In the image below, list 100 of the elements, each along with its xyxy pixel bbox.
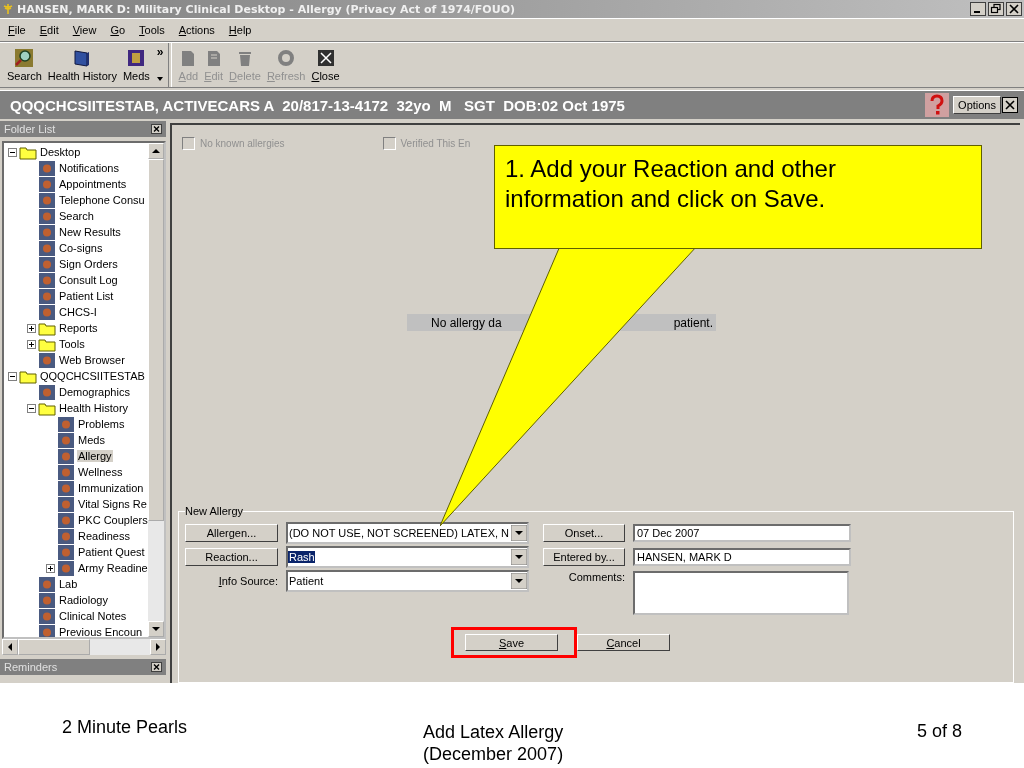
toolbar-button[interactable]: Meds	[119, 43, 153, 87]
scroll-left-icon[interactable]	[2, 639, 18, 655]
folder-icon	[38, 320, 56, 336]
tree-item[interactable]: Readiness	[77, 530, 131, 542]
tree-item[interactable]: Search	[58, 210, 95, 222]
scroll-right-icon[interactable]	[150, 639, 166, 655]
tree-item[interactable]: Wellness	[77, 466, 124, 478]
folder-icon	[38, 336, 56, 352]
slide-title: Add Latex Allergy	[423, 721, 564, 743]
toolbar-button[interactable]: Health History	[44, 43, 120, 87]
close-icon[interactable]	[151, 124, 162, 134]
onset-field[interactable]: 07 Dec 2007	[633, 524, 851, 542]
tree-item[interactable]: Patient List	[58, 290, 115, 302]
tree-item[interactable]: Meds	[77, 434, 106, 446]
reaction-dropdown[interactable]: Rash	[286, 546, 529, 568]
tree-item[interactable]: Previous Encoun	[58, 626, 144, 637]
patient-info: QQQCHCSIITESTAB, ACTIVECARS A 20/817-13-4172 32yo M SGT DOB:02 Oct 1975	[10, 96, 626, 114]
tree-item[interactable]: Clinical Notes	[58, 610, 128, 622]
slide-title: (December 2007)	[423, 743, 564, 765]
expander-icon[interactable]	[8, 147, 17, 157]
expander-icon[interactable]	[27, 403, 36, 413]
scroll-up-icon[interactable]	[148, 143, 164, 159]
message-text: No allergy da	[431, 315, 502, 330]
info-source-dropdown[interactable]: Patient	[286, 570, 529, 592]
tree-item[interactable]: Notifications	[58, 162, 120, 174]
menu-item[interactable]: Help	[224, 24, 256, 36]
scrollbar[interactable]	[2, 639, 166, 655]
tree-item[interactable]: PKC Couplers	[77, 514, 148, 526]
tree-item[interactable]: Co-signs	[58, 242, 104, 254]
scroll-thumb[interactable]	[18, 639, 90, 655]
tree-item[interactable]: New Results	[58, 226, 122, 238]
program-icon	[57, 464, 75, 480]
toolbar-button[interactable]: Close	[308, 43, 343, 87]
close-icon[interactable]	[151, 662, 162, 672]
tree-item[interactable]: Lab	[58, 578, 79, 590]
comments-field[interactable]	[633, 571, 849, 615]
program-icon	[38, 272, 56, 288]
tree-item[interactable]: Sign Orders	[58, 258, 119, 270]
close-icon[interactable]	[1006, 2, 1022, 16]
tree-item[interactable]: Problems	[77, 418, 126, 430]
expander-icon[interactable]	[8, 371, 17, 381]
program-icon	[38, 240, 56, 256]
reaction-button[interactable]: Reaction...	[185, 548, 278, 566]
program-icon	[38, 624, 56, 637]
tree-item[interactable]: Desktop	[39, 146, 82, 158]
onset-button[interactable]: Onset...	[543, 524, 625, 542]
program-icon	[38, 304, 56, 320]
program-icon	[57, 544, 75, 560]
scroll-thumb[interactable]	[148, 159, 164, 521]
more-button[interactable]: »	[156, 45, 164, 59]
menu-item[interactable]: File	[4, 24, 30, 36]
allergen-dropdown[interactable]: (DO NOT USE, NOT SCREENED) LATEX, N	[286, 522, 529, 544]
tree-item[interactable]: Appointments	[58, 178, 128, 190]
close-icon[interactable]	[1002, 97, 1018, 113]
options-button[interactable]: Options	[953, 96, 1001, 114]
toolbar-button[interactable]: Search	[4, 43, 45, 87]
menu-item[interactable]: Tools	[135, 24, 169, 36]
entered-by-field[interactable]: HANSEN, MARK D	[633, 548, 851, 566]
scrollbar[interactable]	[148, 143, 164, 637]
entered-by-button[interactable]: Entered by...	[543, 548, 625, 566]
dropdown-arrow-icon[interactable]	[511, 573, 527, 589]
tree-item[interactable]: QQQCHCSIITESTAB	[39, 370, 146, 382]
tree-item[interactable]: Health History	[58, 402, 130, 414]
menu-item[interactable]: View	[68, 24, 101, 36]
minimize-icon[interactable]	[970, 2, 986, 16]
tree-item[interactable]: Patient Quest	[77, 546, 146, 558]
expander-icon[interactable]	[27, 339, 36, 349]
tree-item[interactable]: Immunization	[77, 482, 145, 494]
program-icon	[57, 448, 75, 464]
tree-item[interactable]: Web Browser	[58, 354, 126, 366]
scroll-down-icon[interactable]	[148, 621, 164, 637]
tree-item[interactable]: Telephone Consu	[58, 194, 146, 206]
refresh-icon	[277, 48, 296, 67]
tree-item[interactable]: Radiology	[58, 594, 109, 606]
dropdown-arrow-icon[interactable]	[511, 525, 527, 541]
menu-item[interactable]: Actions	[174, 24, 219, 36]
tree-item[interactable]: Allergy	[77, 450, 113, 462]
program-icon	[57, 432, 75, 448]
book-icon	[73, 48, 92, 67]
allergen-button[interactable]: Allergen...	[185, 524, 278, 542]
menu-item[interactable]: Edit	[35, 24, 63, 36]
tree-item[interactable]: Reports	[58, 322, 99, 334]
tree-item[interactable]: Demographics	[58, 386, 131, 398]
tree-item[interactable]: Vital Signs Re	[77, 498, 148, 510]
group-title: New Allergy	[185, 505, 244, 517]
tree-item[interactable]: CHCS-I	[58, 306, 98, 318]
expander-icon[interactable]	[46, 563, 55, 573]
menu-item[interactable]: Go	[106, 24, 130, 36]
window-title: HANSEN, MARK D: Military Clinical Desktop - Allergy (Privacy Act of 1974/FOUO)	[17, 2, 516, 16]
save-button[interactable]: Save	[465, 634, 558, 651]
dropdown-arrow-icon[interactable]	[511, 549, 527, 565]
tree-item[interactable]: Tools	[58, 338, 86, 350]
expander-icon[interactable]	[27, 323, 36, 333]
dropdown-arrow-icon[interactable]	[156, 77, 163, 81]
tree-item[interactable]: Army Readine	[77, 562, 148, 574]
cancel-button[interactable]: Cancel	[577, 634, 670, 651]
program-icon	[57, 496, 75, 512]
tree-item[interactable]: Consult Log	[58, 274, 119, 286]
program-icon	[38, 384, 56, 400]
restore-icon[interactable]	[988, 2, 1004, 16]
